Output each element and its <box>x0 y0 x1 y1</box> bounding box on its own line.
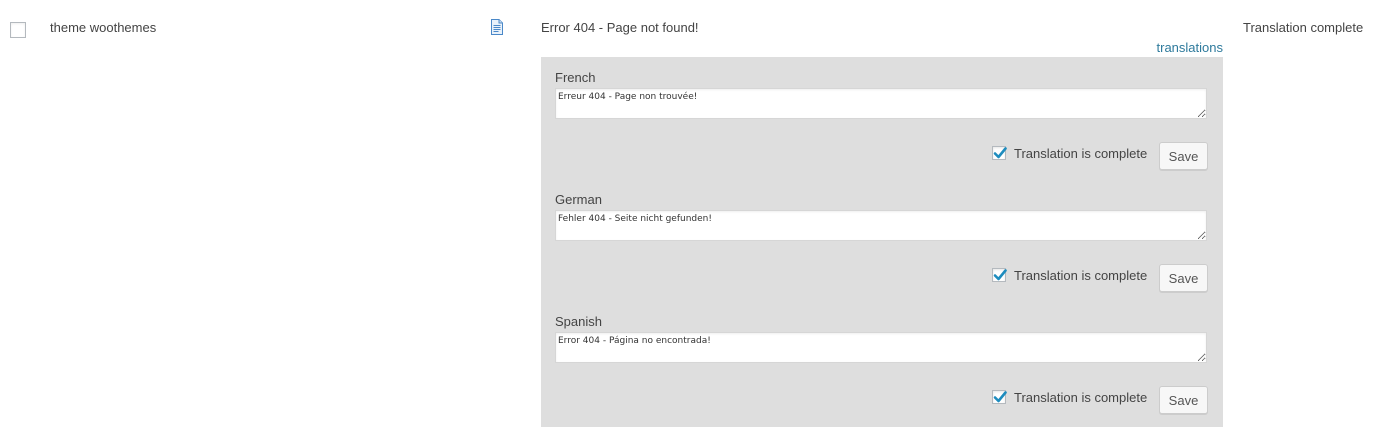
language-label: French <box>555 70 596 85</box>
complete-checkbox[interactable] <box>992 390 1007 404</box>
save-button[interactable]: Save <box>1159 142 1208 170</box>
save-button[interactable]: Save <box>1159 386 1208 414</box>
complete-label: Translation is complete <box>1014 267 1148 283</box>
translation-block-spanish: Spanish Error 404 - Página no encontrada… <box>555 301 1209 419</box>
save-button[interactable]: Save <box>1159 264 1208 292</box>
document-icon[interactable] <box>491 19 503 35</box>
complete-toggle[interactable]: Translation is complete <box>992 389 1147 405</box>
row-select-checkbox[interactable] <box>10 22 26 38</box>
complete-label: Translation is complete <box>1014 389 1148 405</box>
translation-field-french[interactable]: Erreur 404 - Page non trouvée! <box>555 88 1207 119</box>
translations-toggle-link[interactable]: translations <box>1157 40 1223 55</box>
language-label: German <box>555 192 602 207</box>
translation-field-spanish[interactable]: Error 404 - Página no encontrada! <box>555 332 1207 363</box>
translation-field-german[interactable]: Fehler 404 - Seite nicht gefunden! <box>555 210 1207 241</box>
string-context: theme woothemes <box>50 20 157 35</box>
checkmark-icon <box>993 269 1007 281</box>
checkmark-icon <box>993 391 1007 403</box>
translations-panel: French Erreur 404 - Page non trouvée! Tr… <box>541 57 1223 427</box>
checkmark-icon <box>993 147 1007 159</box>
language-label: Spanish <box>555 314 602 329</box>
complete-checkbox[interactable] <box>992 146 1007 160</box>
complete-toggle[interactable]: Translation is complete <box>992 145 1147 161</box>
complete-label: Translation is complete <box>1014 145 1148 161</box>
translation-block-french: French Erreur 404 - Page non trouvée! Tr… <box>555 57 1209 175</box>
translation-status: Translation complete <box>1243 20 1364 35</box>
translation-block-german: German Fehler 404 - Seite nicht gefunden… <box>555 179 1209 297</box>
original-string: Error 404 - Page not found! <box>541 20 699 35</box>
string-row: theme woothemes Error 404 - Page not fou… <box>0 0 1380 442</box>
complete-toggle[interactable]: Translation is complete <box>992 267 1147 283</box>
complete-checkbox[interactable] <box>992 268 1007 282</box>
